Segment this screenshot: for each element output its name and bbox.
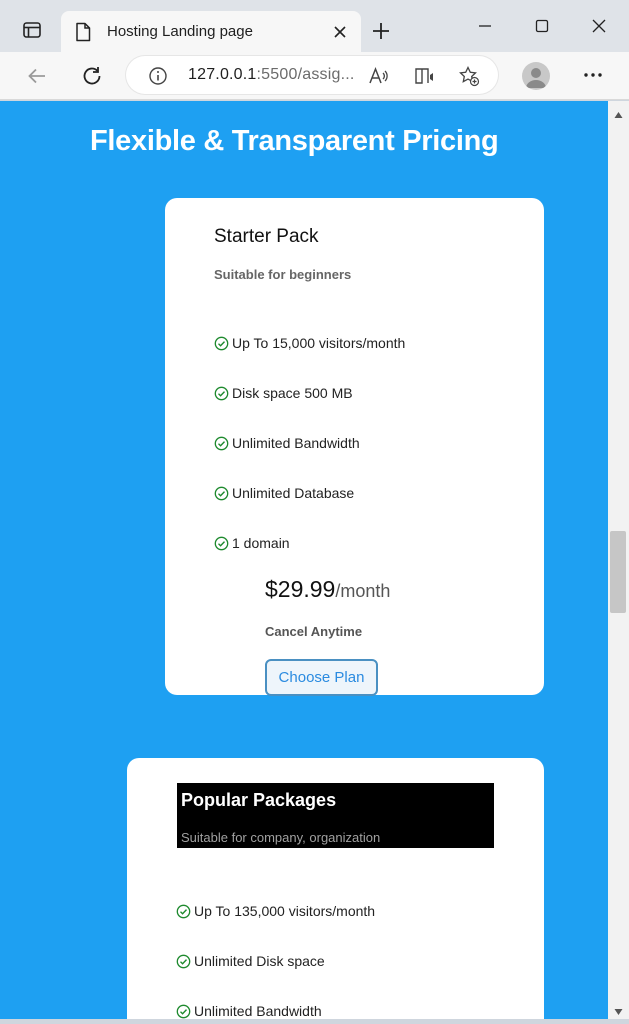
- check-circle-icon: [214, 386, 229, 400]
- feature-text: Disk space 500 MB: [232, 385, 353, 401]
- feature-item: Up To 15,000 visitors/month: [214, 335, 405, 351]
- site-info-icon[interactable]: [148, 66, 168, 91]
- window-bottom-edge: [0, 1019, 629, 1024]
- popular-plan-header: Popular Packages Suitable for company, o…: [177, 783, 494, 848]
- url-text[interactable]: 127.0.0.1:5500/assig...: [188, 66, 355, 84]
- plan-subtitle: Suitable for beginners: [214, 267, 352, 282]
- vertical-scrollbar[interactable]: [608, 101, 629, 1019]
- maximize-icon[interactable]: [527, 14, 557, 38]
- reload-icon[interactable]: [79, 63, 105, 89]
- close-window-icon[interactable]: [584, 14, 614, 38]
- feature-item: Unlimited Disk space: [176, 953, 325, 969]
- tab-bar: Hosting Landing page: [0, 0, 629, 52]
- plan-price: $29.99/month: [265, 576, 390, 603]
- choose-plan-button[interactable]: Choose Plan: [265, 659, 378, 696]
- feature-item: 1 domain: [214, 535, 290, 551]
- page-icon: [75, 22, 91, 47]
- back-arrow-icon[interactable]: [24, 63, 50, 89]
- close-tab-icon[interactable]: [331, 23, 349, 41]
- feature-item: Unlimited Database: [214, 485, 354, 501]
- popular-plan-card: Popular Packages Suitable for company, o…: [127, 758, 544, 1019]
- feature-text: Unlimited Bandwidth: [194, 1003, 322, 1019]
- feature-text: Up To 135,000 visitors/month: [194, 903, 376, 919]
- price-amount: $29.99: [265, 576, 336, 602]
- profile-avatar[interactable]: [522, 62, 550, 90]
- feature-text: Unlimited Bandwidth: [232, 435, 360, 451]
- plan-title: Starter Pack: [214, 226, 319, 247]
- starter-plan-card: Starter Pack Suitable for beginners Up T…: [165, 198, 544, 696]
- add-favorite-icon[interactable]: [458, 65, 480, 87]
- feature-text: Unlimited Database: [232, 485, 355, 501]
- scroll-up-arrow-icon[interactable]: [614, 106, 623, 124]
- plan-title: Popular Packages: [181, 790, 337, 810]
- read-aloud-icon[interactable]: [367, 65, 389, 87]
- feature-item: Unlimited Bandwidth: [214, 435, 360, 451]
- feature-item: Up To 135,000 visitors/month: [176, 903, 375, 919]
- feature-item: Disk space 500 MB: [214, 385, 353, 401]
- browser-toolbar: 127.0.0.1:5500/assig...: [0, 52, 629, 100]
- check-circle-icon: [176, 954, 191, 968]
- feature-item: Unlimited Bandwidth: [176, 1003, 322, 1019]
- price-period: /month: [335, 581, 391, 601]
- browser-tab[interactable]: Hosting Landing page: [61, 11, 361, 52]
- more-options-icon[interactable]: [582, 64, 604, 86]
- scrollbar-thumb[interactable]: [610, 531, 626, 613]
- check-circle-icon: [214, 486, 229, 500]
- minimize-icon[interactable]: [470, 14, 500, 38]
- plan-subtitle: Suitable for company, organization: [181, 830, 381, 845]
- url-path: :5500/assig...: [256, 66, 355, 83]
- cancel-note: Cancel Anytime: [265, 624, 363, 639]
- feature-text: 1 domain: [232, 535, 290, 551]
- feature-text: Up To 15,000 visitors/month: [232, 335, 406, 351]
- pricing-heading: Flexible & Transparent Pricing: [90, 125, 499, 157]
- check-circle-icon: [176, 1004, 191, 1018]
- check-circle-icon: [214, 536, 229, 550]
- address-bar[interactable]: 127.0.0.1:5500/assig...: [126, 56, 498, 94]
- tab-title: Hosting Landing page: [107, 23, 253, 40]
- check-circle-icon: [214, 336, 229, 350]
- url-host: 127.0.0.1: [188, 66, 257, 83]
- check-circle-icon: [176, 904, 191, 918]
- tab-actions-icon[interactable]: [12, 16, 52, 44]
- immersive-reader-icon[interactable]: [413, 65, 435, 87]
- new-tab-icon[interactable]: [370, 20, 392, 42]
- check-circle-icon: [214, 436, 229, 450]
- page-viewport: Flexible & Transparent Pricing Starter P…: [0, 101, 608, 1019]
- feature-text: Unlimited Disk space: [194, 953, 325, 969]
